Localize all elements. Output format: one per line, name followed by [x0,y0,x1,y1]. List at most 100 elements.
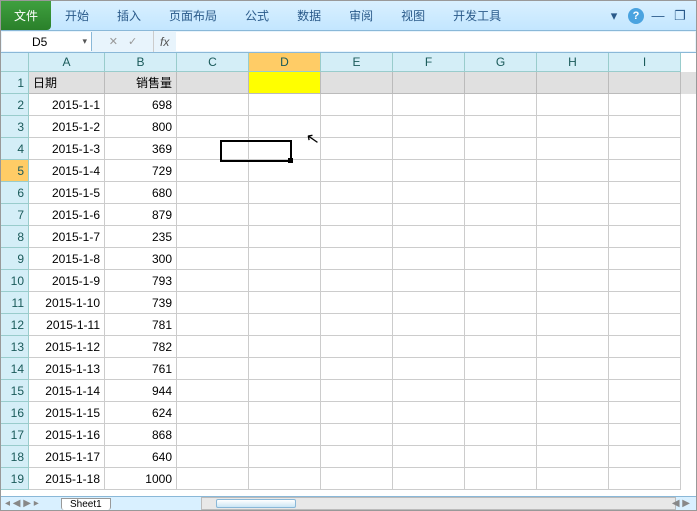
row-header[interactable]: 3 [1,116,29,138]
cell[interactable] [321,292,393,314]
cell[interactable]: 369 [105,138,177,160]
cell[interactable] [321,336,393,358]
cell[interactable] [321,270,393,292]
cell[interactable] [393,358,465,380]
cell[interactable] [609,446,681,468]
cell[interactable]: 2015-1-8 [29,248,105,270]
cells-area[interactable]: 日期销售量2015-1-16982015-1-28002015-1-336920… [29,72,696,497]
cell[interactable]: 640 [105,446,177,468]
column-header[interactable]: F [393,53,465,72]
cell[interactable] [393,138,465,160]
cell[interactable]: 2015-1-7 [29,226,105,248]
cell[interactable] [393,402,465,424]
cell[interactable]: 2015-1-11 [29,314,105,336]
enter-icon[interactable]: ✓ [128,35,137,48]
cell[interactable] [177,402,249,424]
cell[interactable] [465,94,537,116]
cell[interactable] [321,402,393,424]
cell[interactable] [249,358,321,380]
cell[interactable] [177,138,249,160]
row-header[interactable]: 9 [1,248,29,270]
cell[interactable] [465,402,537,424]
cell[interactable] [393,204,465,226]
cell[interactable]: 680 [105,182,177,204]
cell[interactable] [609,138,681,160]
cell[interactable] [177,424,249,446]
cell[interactable] [249,380,321,402]
cell[interactable] [249,336,321,358]
cell[interactable] [321,226,393,248]
cell[interactable] [321,314,393,336]
cell[interactable] [249,468,321,490]
cell[interactable] [537,204,609,226]
name-box[interactable]: D5 [2,32,92,51]
cell[interactable]: 日期 [29,72,105,94]
cell[interactable] [465,380,537,402]
cell[interactable] [465,468,537,490]
cell[interactable] [321,160,393,182]
cell[interactable] [537,270,609,292]
cell[interactable] [249,72,321,94]
cell[interactable] [609,314,681,336]
cell[interactable] [609,292,681,314]
row-header[interactable]: 13 [1,336,29,358]
cell[interactable] [609,270,681,292]
cell[interactable]: 782 [105,336,177,358]
cell[interactable] [177,204,249,226]
cell[interactable] [465,270,537,292]
cell[interactable] [609,182,681,204]
cell[interactable] [249,270,321,292]
cell[interactable] [249,402,321,424]
row-header[interactable]: 2 [1,94,29,116]
cell[interactable] [537,468,609,490]
cell[interactable] [321,138,393,160]
column-header[interactable]: B [105,53,177,72]
ribbon-tab[interactable]: 视图 [387,1,439,30]
cell[interactable] [321,116,393,138]
cell[interactable]: 2015-1-6 [29,204,105,226]
row-header[interactable]: 10 [1,270,29,292]
cell[interactable] [609,116,681,138]
restore-icon[interactable]: ❐ [672,8,688,24]
column-header[interactable]: C [177,53,249,72]
column-header[interactable]: H [537,53,609,72]
row-header[interactable]: 14 [1,358,29,380]
cell[interactable] [177,226,249,248]
cell[interactable] [393,314,465,336]
cell[interactable]: 739 [105,292,177,314]
cell[interactable] [537,314,609,336]
cell[interactable]: 793 [105,270,177,292]
row-header[interactable]: 19 [1,468,29,490]
cell[interactable] [321,424,393,446]
select-all-corner[interactable] [1,53,29,72]
cell[interactable] [177,380,249,402]
cell[interactable] [465,204,537,226]
cell[interactable] [465,424,537,446]
cell[interactable]: 2015-1-15 [29,402,105,424]
cell[interactable]: 944 [105,380,177,402]
cell[interactable] [321,94,393,116]
ribbon-tab[interactable]: 页面布局 [155,1,231,30]
ribbon-tab[interactable]: 审阅 [335,1,387,30]
cell[interactable] [609,468,681,490]
cell[interactable] [537,94,609,116]
cell[interactable] [465,248,537,270]
fx-label[interactable]: fx [153,31,175,52]
cell[interactable]: 销售量 [105,72,177,94]
row-header[interactable]: 6 [1,182,29,204]
cell[interactable] [249,226,321,248]
cell[interactable] [393,94,465,116]
cell[interactable]: 800 [105,116,177,138]
cell[interactable] [249,424,321,446]
cell[interactable] [465,116,537,138]
cell[interactable] [321,380,393,402]
cell[interactable] [393,116,465,138]
cell[interactable] [249,160,321,182]
cell[interactable] [249,446,321,468]
sheet-nav[interactable]: ◂ ◀ ▶ ▸ [5,498,39,509]
cell[interactable] [465,226,537,248]
row-header[interactable]: 1 [1,72,29,94]
cell[interactable] [177,182,249,204]
cell[interactable] [393,270,465,292]
row-header[interactable]: 12 [1,314,29,336]
